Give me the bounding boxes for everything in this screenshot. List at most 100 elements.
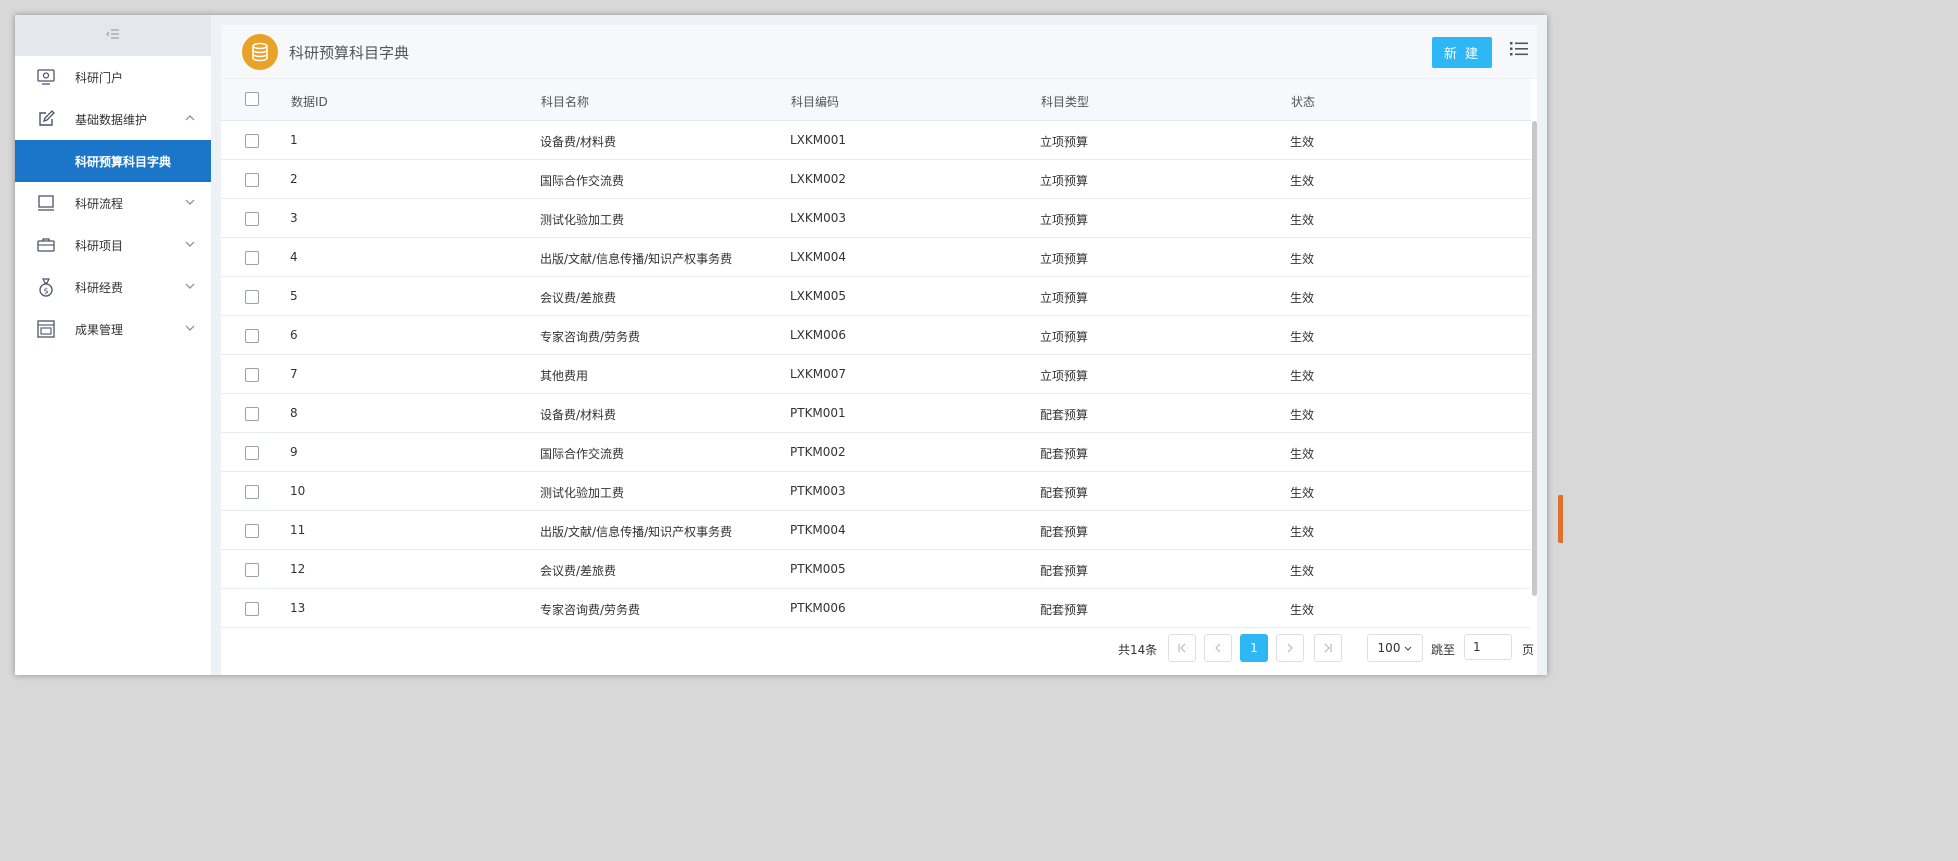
cell-status: 生效 <box>1290 174 1315 188</box>
briefcase-icon <box>36 235 56 255</box>
row-checkbox[interactable] <box>245 563 259 577</box>
cell-name: 会议费/差旅费 <box>540 291 617 305</box>
table-row[interactable]: 6 专家咨询费/劳务费 LXKM006 立项预算 生效 <box>221 316 1531 355</box>
column-header-id[interactable]: 数据ID <box>291 93 328 110</box>
cell-name: 专家咨询费/劳务费 <box>540 603 641 617</box>
cell-name: 专家咨询费/劳务费 <box>540 330 641 344</box>
table-row[interactable]: 3 测试化验加工费 LXKM003 立项预算 生效 <box>221 199 1531 238</box>
table-row[interactable]: 12 会议费/差旅费 PTKM005 配套预算 生效 <box>221 550 1531 589</box>
sidebar-subitem-budget-dictionary[interactable]: 科研预算科目字典 <box>15 140 211 182</box>
cell-code: PTKM005 <box>790 562 846 576</box>
edit-icon <box>36 109 56 129</box>
sidebar-item-achievements[interactable]: 成果管理 <box>15 308 211 350</box>
cell-id: 4 <box>290 250 298 264</box>
row-checkbox[interactable] <box>245 173 259 187</box>
cell-type: 立项预算 <box>1040 252 1089 266</box>
cell-id: 3 <box>290 211 298 225</box>
sidebar-item-label: 成果管理 <box>75 322 124 337</box>
row-checkbox[interactable] <box>245 134 259 148</box>
sidebar-item-basic-data[interactable]: 基础数据维护 <box>15 98 211 140</box>
row-checkbox[interactable] <box>245 212 259 226</box>
row-checkbox[interactable] <box>245 329 259 343</box>
cell-name: 出版/文献/信息传播/知识产权事务费 <box>540 525 733 539</box>
svg-text:$: $ <box>43 287 48 296</box>
sidebar-item-portal[interactable]: 科研门户 <box>15 56 211 98</box>
cell-code: LXKM005 <box>790 289 847 303</box>
table-header: 数据ID 科目名称 科目编码 科目类型 状态 <box>221 79 1531 121</box>
cell-code: LXKM006 <box>790 328 847 342</box>
table-row[interactable]: 9 国际合作交流费 PTKM002 配套预算 生效 <box>221 433 1531 472</box>
cell-type: 立项预算 <box>1040 135 1089 149</box>
select-all-checkbox[interactable] <box>245 92 259 106</box>
row-checkbox[interactable] <box>245 524 259 538</box>
page-number-current[interactable]: 1 <box>1240 634 1268 662</box>
sidebar-collapse-toggle[interactable] <box>15 15 211 56</box>
row-checkbox[interactable] <box>245 407 259 421</box>
row-checkbox[interactable] <box>245 446 259 460</box>
row-checkbox[interactable] <box>245 485 259 499</box>
cell-code: LXKM007 <box>790 367 847 381</box>
cell-status: 生效 <box>1290 486 1315 500</box>
sidebar-item-process[interactable]: 科研流程 <box>15 182 211 224</box>
cell-id: 9 <box>290 445 298 459</box>
table-row[interactable]: 4 出版/文献/信息传播/知识产权事务费 LXKM004 立项预算 生效 <box>221 238 1531 277</box>
next-page-icon[interactable] <box>1276 634 1304 662</box>
cell-type: 立项预算 <box>1040 291 1089 305</box>
row-checkbox[interactable] <box>245 290 259 304</box>
cell-type: 配套预算 <box>1040 603 1089 617</box>
cell-type: 配套预算 <box>1040 408 1089 422</box>
table-row[interactable]: 8 设备费/材料费 PTKM001 配套预算 生效 <box>221 394 1531 433</box>
page-header: 科研预算科目字典 新 建 <box>221 25 1537 79</box>
page-size-value: 100 <box>1377 641 1401 655</box>
page-title: 科研预算科目字典 <box>289 44 410 62</box>
table-row[interactable]: 10 测试化验加工费 PTKM003 配套预算 生效 <box>221 472 1531 511</box>
cell-id: 6 <box>290 328 298 342</box>
cell-status: 生效 <box>1290 564 1315 578</box>
monitor-icon <box>36 193 56 213</box>
sidebar-item-funding[interactable]: $ 科研经费 <box>15 266 211 308</box>
sidebar-item-label: 科研流程 <box>75 196 124 211</box>
sidebar-item-projects[interactable]: 科研项目 <box>15 224 211 266</box>
cell-code: PTKM002 <box>790 445 846 459</box>
cell-id: 13 <box>290 601 306 615</box>
cell-id: 5 <box>290 289 298 303</box>
cell-type: 立项预算 <box>1040 213 1089 227</box>
row-checkbox[interactable] <box>245 251 259 265</box>
row-checkbox[interactable] <box>245 602 259 616</box>
table-row[interactable]: 2 国际合作交流费 LXKM002 立项预算 生效 <box>221 160 1531 199</box>
table-scrollbar[interactable] <box>1532 121 1537 596</box>
cell-code: PTKM004 <box>790 523 846 537</box>
table-row[interactable]: 1 设备费/材料费 LXKM001 立项预算 生效 <box>221 121 1531 160</box>
side-drawer-handle[interactable] <box>1558 495 1563 543</box>
cell-status: 生效 <box>1290 603 1315 617</box>
new-button[interactable]: 新 建 <box>1432 37 1492 68</box>
last-page-icon[interactable] <box>1314 634 1342 662</box>
first-page-icon[interactable] <box>1168 634 1196 662</box>
table-row[interactable]: 13 专家咨询费/劳务费 PTKM006 配套预算 生效 <box>221 589 1531 628</box>
table-body: 1 设备费/材料费 LXKM001 立项预算 生效 2 国际合作交流费 LXKM002 立项预算… <box>221 121 1531 628</box>
jump-page-input[interactable] <box>1464 634 1512 660</box>
column-header-code[interactable]: 科目编码 <box>791 93 839 110</box>
app-window: 科研门户 基础数据维护 科研预算科目字典 科研流程 科研项目 $ 科研经费 成果… <box>15 15 1563 675</box>
prev-page-icon[interactable] <box>1204 634 1232 662</box>
column-header-status[interactable]: 状态 <box>1291 93 1315 110</box>
page-size-select[interactable]: 100 <box>1367 634 1423 662</box>
chevron-down-icon <box>184 322 196 334</box>
table-row[interactable]: 11 出版/文献/信息传播/知识产权事务费 PTKM004 配套预算 生效 <box>221 511 1531 550</box>
column-header-type[interactable]: 科目类型 <box>1041 93 1089 110</box>
chevron-up-icon <box>184 112 196 124</box>
cell-name: 设备费/材料费 <box>540 135 617 149</box>
table-row[interactable]: 7 其他费用 LXKM007 立项预算 生效 <box>221 355 1531 394</box>
cell-name: 国际合作交流费 <box>540 447 625 461</box>
cell-id: 2 <box>290 172 298 186</box>
cell-code: LXKM002 <box>790 172 847 186</box>
column-header-name[interactable]: 科目名称 <box>541 93 589 110</box>
list-menu-icon[interactable] <box>1509 40 1529 60</box>
cell-status: 生效 <box>1290 135 1315 149</box>
table-row[interactable]: 5 会议费/差旅费 LXKM005 立项预算 生效 <box>221 277 1531 316</box>
cell-status: 生效 <box>1290 330 1315 344</box>
row-checkbox[interactable] <box>245 368 259 382</box>
cell-status: 生效 <box>1290 525 1315 539</box>
cell-name: 测试化验加工费 <box>540 213 625 227</box>
archive-icon <box>36 319 56 339</box>
